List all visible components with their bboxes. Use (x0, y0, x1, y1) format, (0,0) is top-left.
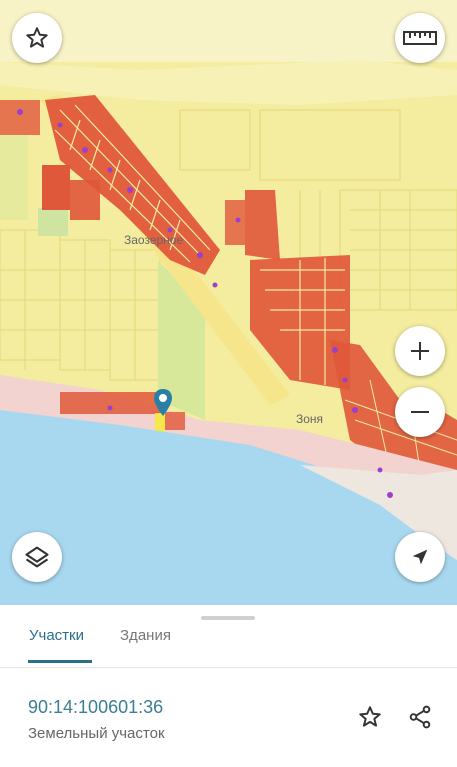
tabs-divider (0, 667, 457, 668)
share-icon (407, 704, 433, 735)
zoom-in-button[interactable] (395, 326, 445, 376)
map-view[interactable]: Заозерное Зоня (0, 0, 457, 605)
parcel-type: Земельный участок (28, 725, 165, 742)
plus-icon (408, 339, 432, 363)
my-location-button[interactable] (395, 532, 445, 582)
tab-buildings[interactable]: Здания (120, 626, 171, 666)
favorite-parcel-button[interactable] (354, 703, 386, 735)
zoom-out-button[interactable] (395, 387, 445, 437)
star-outline-icon (24, 25, 50, 51)
map-label-settlement: Заозерное (124, 233, 184, 247)
favorite-button[interactable] (12, 13, 62, 63)
bottom-sheet: Участки Здания 90:14:100601:36 Земельный… (0, 605, 457, 767)
minus-icon (408, 400, 432, 424)
share-button[interactable] (404, 703, 436, 735)
cadastral-number[interactable]: 90:14:100601:36 (28, 697, 163, 718)
ruler-button[interactable] (395, 13, 445, 63)
map-canvas[interactable] (0, 0, 457, 605)
ruler-icon (403, 29, 437, 47)
navigation-arrow-icon (409, 546, 431, 568)
active-tab-indicator (28, 660, 92, 663)
layers-button[interactable] (12, 532, 62, 582)
map-pin-icon[interactable] (152, 388, 174, 418)
star-outline-icon (357, 704, 383, 735)
map-label-settlement-2: Зоня (296, 412, 324, 426)
layers-icon (23, 543, 51, 571)
drag-handle[interactable] (201, 616, 255, 620)
